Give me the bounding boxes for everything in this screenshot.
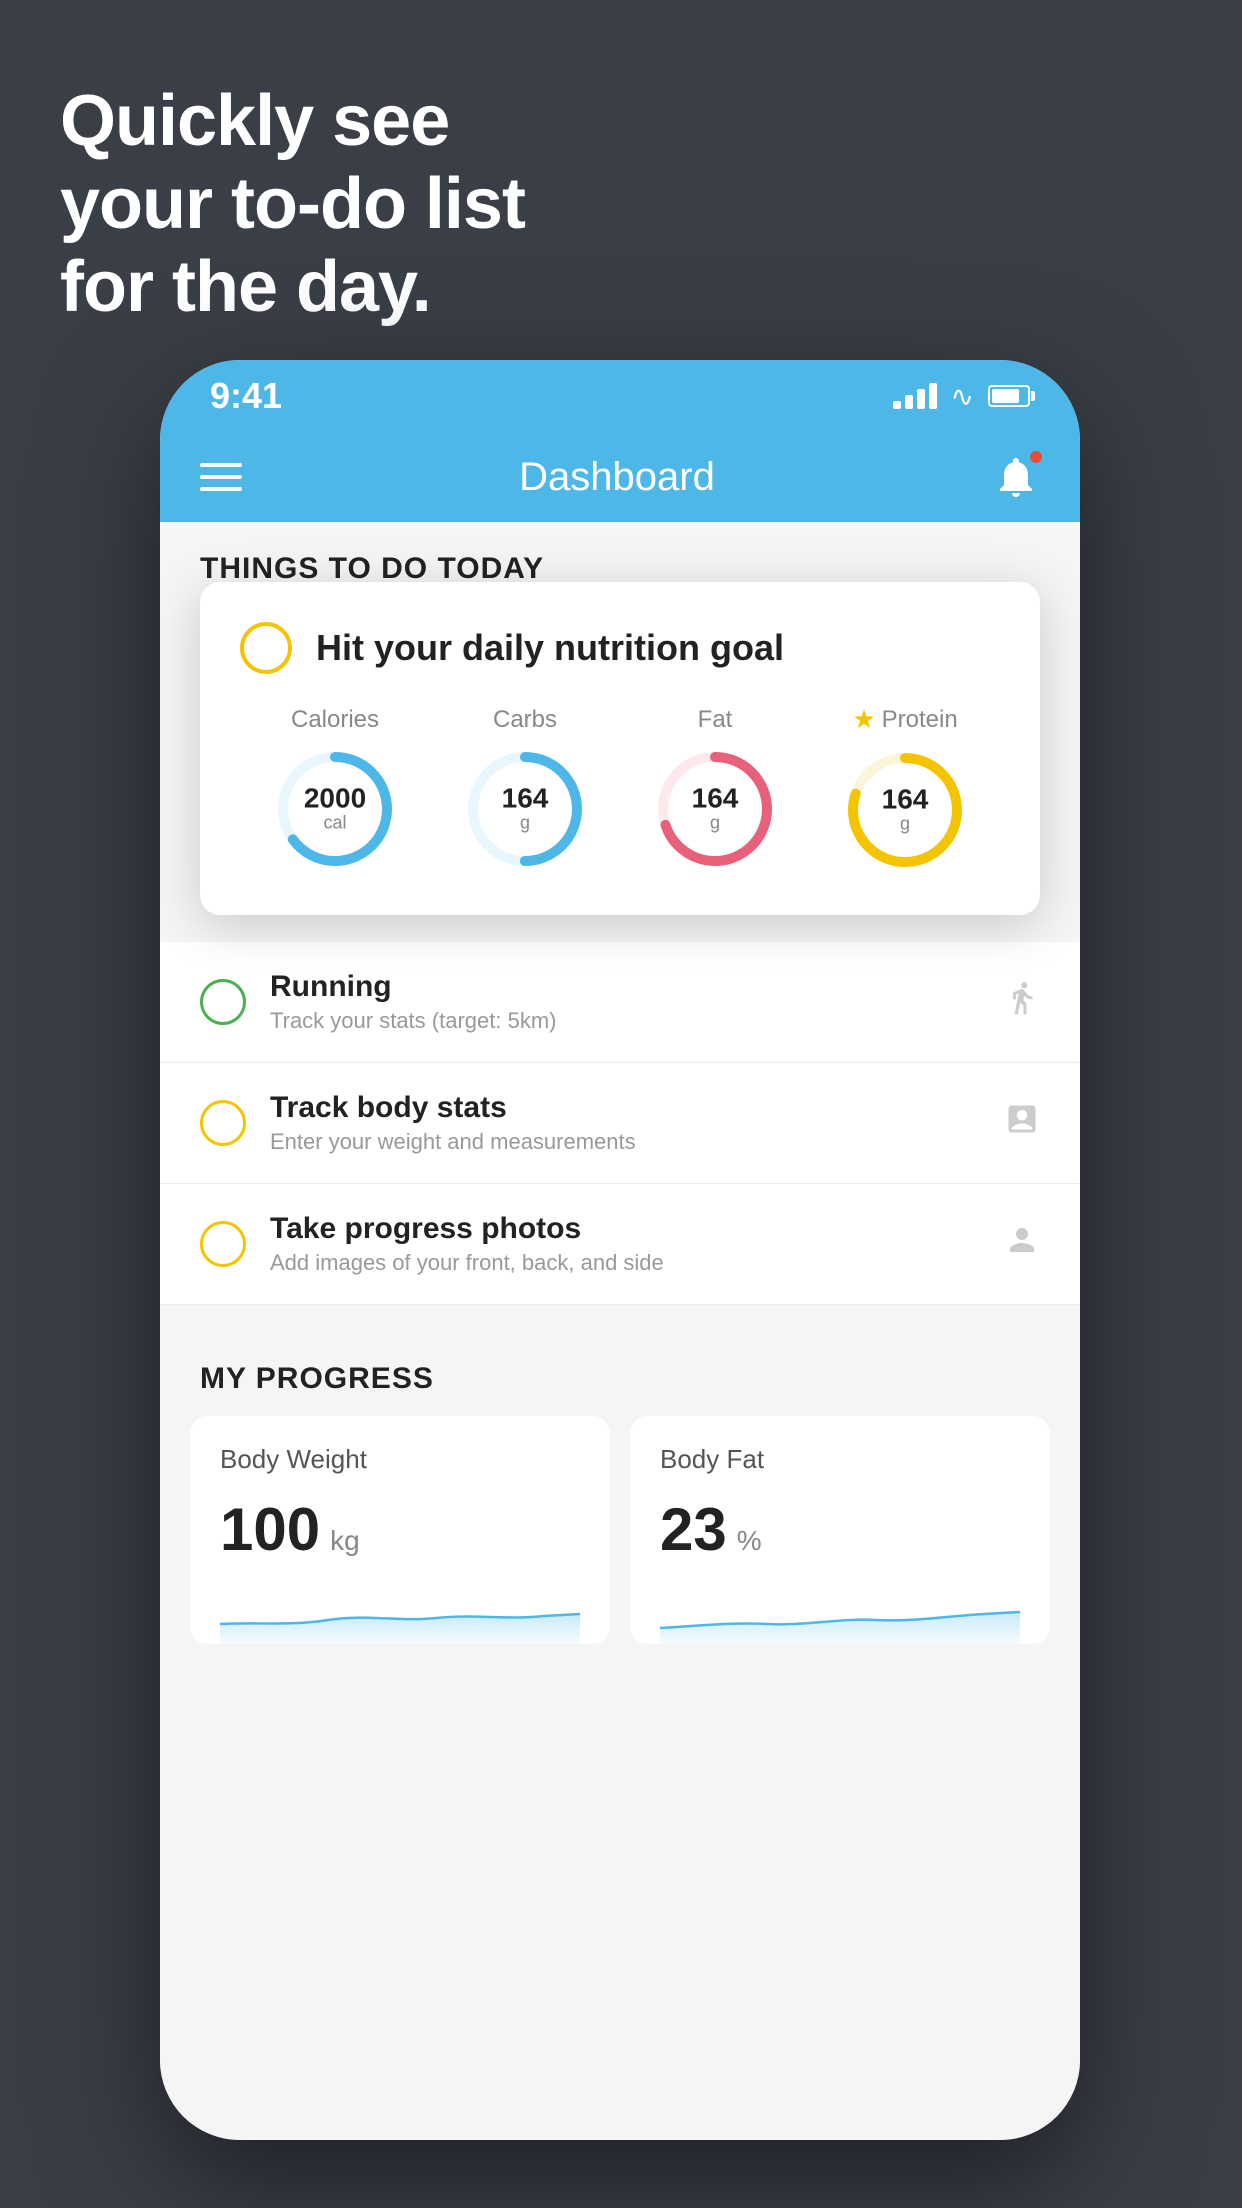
page-headline: Quickly see your to-do list for the day.	[60, 80, 525, 328]
signal-icon	[893, 383, 937, 409]
photos-text: Take progress photos Add images of your …	[270, 1212, 980, 1276]
progress-header: MY PROGRESS	[160, 1332, 1080, 1416]
protein-label: ★ Protein	[852, 704, 957, 735]
battery-icon	[988, 385, 1030, 407]
wifi-icon: ∿	[951, 380, 974, 413]
protein-circle: 164 g	[840, 745, 970, 875]
menu-button[interactable]	[200, 463, 242, 491]
todo-item-photos[interactable]: Take progress photos Add images of your …	[160, 1184, 1080, 1305]
body-fat-value-row: 23 %	[660, 1495, 1020, 1564]
todo-list: Running Track your stats (target: 5km) T…	[160, 942, 1080, 1305]
body-weight-card[interactable]: Body Weight 100 kg	[190, 1416, 610, 1644]
body-stats-check-circle	[200, 1100, 246, 1146]
carbs-item: Carbs 164 g	[460, 706, 590, 874]
body-stats-subtitle: Enter your weight and measurements	[270, 1129, 980, 1155]
body-weight-chart	[220, 1584, 580, 1644]
todo-item-running[interactable]: Running Track your stats (target: 5km)	[160, 942, 1080, 1063]
running-title: Running	[270, 970, 980, 1004]
protein-item: ★ Protein 164 g	[840, 704, 970, 875]
nutrition-circles: Calories 2000 cal Carbs	[240, 704, 1000, 875]
status-bar: 9:41 ∿	[160, 360, 1080, 432]
photos-title: Take progress photos	[270, 1212, 980, 1246]
body-weight-title: Body Weight	[220, 1444, 580, 1475]
body-fat-chart	[660, 1584, 1020, 1644]
body-fat-value: 23	[660, 1495, 727, 1564]
fat-label: Fat	[698, 706, 733, 734]
nav-bar: Dashboard	[160, 432, 1080, 522]
body-weight-unit: kg	[330, 1525, 360, 1557]
calories-circle: 2000 cal	[270, 744, 400, 874]
nav-title: Dashboard	[519, 455, 715, 500]
body-stats-text: Track body stats Enter your weight and m…	[270, 1091, 980, 1155]
content-area: THINGS TO DO TODAY Hit your daily nutrit…	[160, 522, 1080, 2140]
body-stats-title: Track body stats	[270, 1091, 980, 1125]
body-weight-value-row: 100 kg	[220, 1495, 580, 1564]
notification-badge	[1028, 449, 1044, 465]
notification-button[interactable]	[992, 453, 1040, 501]
running-check-circle	[200, 979, 246, 1025]
fat-circle: 164 g	[650, 744, 780, 874]
nutrition-check-circle	[240, 622, 292, 674]
todo-item-body-stats[interactable]: Track body stats Enter your weight and m…	[160, 1063, 1080, 1184]
body-fat-card[interactable]: Body Fat 23 %	[630, 1416, 1050, 1644]
status-icons: ∿	[893, 380, 1030, 413]
carbs-label: Carbs	[493, 706, 557, 734]
running-icon	[1004, 980, 1040, 1025]
body-fat-title: Body Fat	[660, 1444, 1020, 1475]
calories-item: Calories 2000 cal	[270, 706, 400, 874]
person-icon	[1004, 1222, 1040, 1267]
calories-label: Calories	[291, 706, 379, 734]
status-time: 9:41	[210, 375, 282, 417]
phone-mockup: 9:41 ∿ Dashboard TH	[160, 360, 1080, 2140]
body-weight-value: 100	[220, 1495, 320, 1564]
scale-icon	[1004, 1101, 1040, 1146]
fat-item: Fat 164 g	[650, 706, 780, 874]
progress-cards: Body Weight 100 kg	[160, 1416, 1080, 1644]
running-subtitle: Track your stats (target: 5km)	[270, 1008, 980, 1034]
carbs-circle: 164 g	[460, 744, 590, 874]
photos-subtitle: Add images of your front, back, and side	[270, 1250, 980, 1276]
star-icon: ★	[852, 704, 875, 735]
body-fat-unit: %	[737, 1525, 762, 1557]
photos-check-circle	[200, 1221, 246, 1267]
card-title-row: Hit your daily nutrition goal	[240, 622, 1000, 674]
nutrition-card[interactable]: Hit your daily nutrition goal Calories 2…	[200, 582, 1040, 915]
progress-section: MY PROGRESS Body Weight 100 kg	[160, 1332, 1080, 1644]
nutrition-card-title: Hit your daily nutrition goal	[316, 627, 784, 669]
running-text: Running Track your stats (target: 5km)	[270, 970, 980, 1034]
